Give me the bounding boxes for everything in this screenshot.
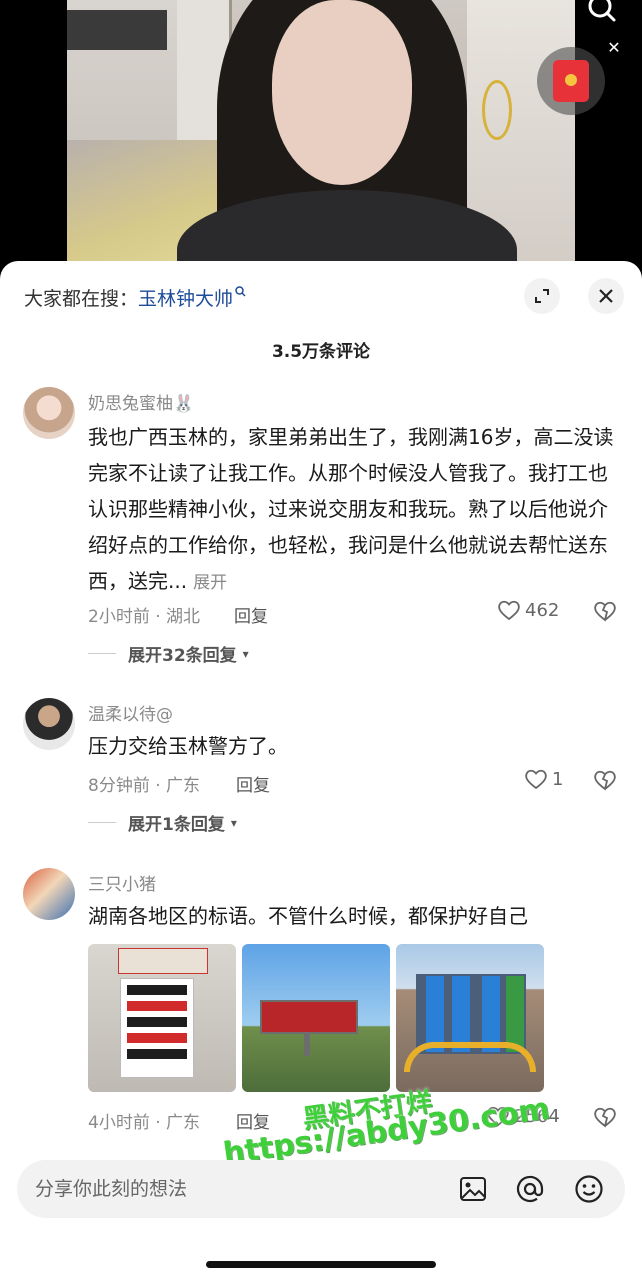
comment-images (88, 944, 544, 1092)
avatar[interactable] (23, 698, 75, 750)
comment-text: 湖南各地区的标语。不管什么时候，都保护好自己 (88, 904, 528, 928)
search-suggestion-keyword[interactable]: 玉林钟大帅 (138, 284, 233, 311)
comment-time-location: 2小时前 · 湖北 (88, 607, 201, 627)
close-icon (599, 289, 613, 303)
like-count: 462 (525, 599, 560, 621)
comment-username[interactable]: 温柔以待@ (88, 700, 173, 725)
like-button[interactable]: 1 (524, 768, 563, 790)
dislike-button[interactable] (592, 1105, 618, 1133)
close-button[interactable] (588, 278, 624, 314)
billboard-photo[interactable] (242, 944, 390, 1092)
image-icon[interactable] (457, 1173, 489, 1205)
mall-photo[interactable] (396, 944, 544, 1092)
comment-text: 我也广西玉林的，家里弟弟出生了，我刚满16岁，高二没读完家不让读了让我工作。从那… (88, 419, 618, 601)
video-frame (67, 0, 575, 275)
expand-button[interactable] (524, 278, 560, 314)
broken-heart-icon (594, 1107, 616, 1128)
comment-input-bar (17, 1160, 625, 1218)
like-button[interactable]: 462 (497, 599, 559, 621)
heart-icon (525, 769, 547, 790)
comment-time-location: 8分钟前 · 广东 (88, 776, 201, 796)
broken-heart-icon (594, 770, 616, 791)
expand-replies-button[interactable]: 展开1条回复 ▾ (88, 810, 237, 835)
search-suggestion[interactable]: 大家都在搜： 玉林钟大帅 (24, 284, 246, 311)
search-suggestion-prefix: 大家都在搜： (24, 288, 139, 310)
heart-icon (498, 600, 520, 621)
comment-username[interactable]: 三只小猪 (88, 870, 156, 895)
broken-heart-icon (594, 601, 616, 622)
expand-icon (535, 289, 549, 303)
like-count: 1 (552, 768, 564, 790)
reply-button[interactable]: 回复 (236, 771, 270, 796)
expand-replies-label: 展开1条回复 (128, 815, 225, 835)
reply-button[interactable]: 回复 (234, 602, 268, 627)
expand-replies-label: 展开32条回复 (128, 646, 237, 666)
comments-count: 3.5万条评论 (271, 342, 371, 362)
expand-text-link[interactable]: 展开 (193, 573, 227, 593)
comment-time-location: 4小时前 · 广东 (88, 1113, 201, 1133)
comment-username[interactable]: 奶思兔蜜柚🐰 (88, 389, 194, 414)
at-icon[interactable] (514, 1173, 546, 1205)
chevron-down-icon: ▾ (230, 815, 237, 830)
dislike-button[interactable] (592, 599, 618, 627)
emoji-icon[interactable] (573, 1173, 605, 1205)
expand-replies-button[interactable]: 展开32条回复 ▾ (88, 641, 249, 666)
chevron-down-icon: ▾ (242, 646, 249, 661)
avatar[interactable] (23, 387, 75, 439)
avatar[interactable] (23, 868, 75, 920)
reply-button[interactable]: 回复 (236, 1108, 270, 1133)
comment-text: 压力交给玉林警方了。 (88, 734, 288, 758)
close-icon[interactable]: ✕ (603, 36, 625, 58)
search-icon[interactable] (582, 0, 622, 24)
dislike-button[interactable] (592, 768, 618, 796)
video-player[interactable]: ✕ (0, 0, 642, 275)
search-icon (235, 285, 246, 300)
poster-photo[interactable] (88, 944, 236, 1092)
comment-text-body: 我也广西玉林的，家里弟弟出生了，我刚满16岁，高二没读完家不让读了让我工作。从那… (88, 425, 614, 593)
red-packet-icon[interactable] (537, 47, 605, 115)
home-indicator[interactable] (206, 1261, 436, 1268)
comment-input[interactable] (35, 1160, 435, 1218)
